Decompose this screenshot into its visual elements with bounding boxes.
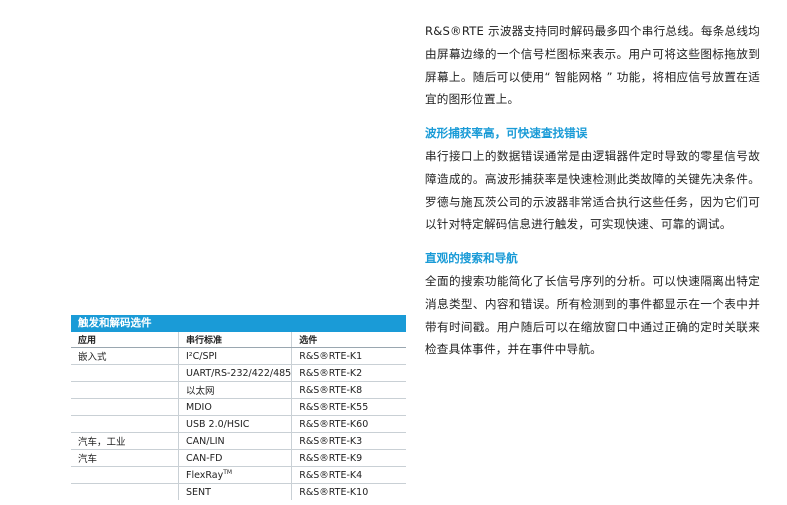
cell-option: R&S®RTE-K10 xyxy=(299,486,369,498)
cell-option: R&S®RTE-K55 xyxy=(291,398,406,416)
cell-serial-standard: CAN-FD xyxy=(178,449,293,467)
cell-application: 汽车，工业 xyxy=(71,432,179,450)
cell-option: R&S®RTE-K4 xyxy=(291,466,406,484)
trademark-superscript: TM xyxy=(223,468,233,476)
cell-serial-standard: SENT xyxy=(178,483,293,500)
serial-standard-text: FlexRay xyxy=(186,469,224,481)
table-title: 触发和解码选件 xyxy=(71,315,406,332)
table-row: 汽车 CAN-FD R&S®RTE-K9 xyxy=(71,449,406,467)
table-row: 嵌入式 I²C/SPI R&S®RTE-K1 xyxy=(71,347,406,365)
table-header-row: 应用 串行标准 选件 xyxy=(71,332,406,348)
cell-serial-standard: MDIO xyxy=(178,398,293,416)
serial-standard-text: MDIO xyxy=(186,401,212,413)
cell-option: R&S®RTE-K9 xyxy=(291,449,406,467)
header-option: 选件 xyxy=(291,332,406,348)
section-heading-search-navigation: 直观的搜索和导航 xyxy=(425,251,518,266)
table-row: USB 2.0/HSIC R&S®RTE-K60 xyxy=(71,415,406,433)
cell-application xyxy=(71,415,179,433)
cell-application xyxy=(71,364,179,382)
intro-paragraph: R&S®RTE 示波器支持同时解码最多四个串行总线。每条总线均由屏幕边缘的一个信… xyxy=(425,24,760,107)
capture-rate-paragraph: 串行接口上的数据错误通常是由逻辑器件定时导致的零星信号故障造成的。高波形捕获率是… xyxy=(425,148,760,232)
serial-standard-text: CAN/LIN xyxy=(186,435,225,447)
cell-serial-standard: 以太网 xyxy=(178,381,293,399)
cell-serial-standard: CAN/LIN xyxy=(178,432,293,450)
cell-option: R&S®RTE-K1 xyxy=(291,347,406,365)
cell-serial-standard: USB 2.0/HSIC xyxy=(178,415,293,433)
search-navigation-paragraph: 全面的搜索功能简化了长信号序列的分析。可以快速隔离出特定消息类型、内容和错误。所… xyxy=(425,273,760,357)
cell-application xyxy=(71,466,179,484)
cell-application xyxy=(71,381,179,399)
serial-standard-text: CAN-FD xyxy=(186,452,223,464)
cell-application: 汽车 xyxy=(71,449,179,467)
header-application: 应用 xyxy=(71,332,179,348)
cell-option: R&S®RTE-K3 xyxy=(291,432,406,450)
cell-application xyxy=(71,483,179,500)
table-row: UART/RS-232/422/485 R&S®RTE-K2 xyxy=(71,364,406,382)
table-row: SENT R&S®RTE-K10 xyxy=(71,483,406,500)
table-row: MDIO R&S®RTE-K55 xyxy=(71,398,406,416)
cell-application: 嵌入式 xyxy=(71,347,179,365)
serial-standard-text: USB 2.0/HSIC xyxy=(186,418,250,430)
options-table: 触发和解码选件 应用 串行标准 选件 嵌入式 I²C/SPI R&S®RTE-K1 U… xyxy=(71,315,406,500)
cell-serial-standard: FlexRayTM xyxy=(178,466,293,484)
serial-standard-text: 以太网 xyxy=(186,386,215,397)
body-text-column: R&S®RTE 示波器支持同时解码最多四个串行总线。每条总线均由屏幕边缘的一个信… xyxy=(425,20,760,361)
cell-application xyxy=(71,398,179,416)
section-heading-capture-rate: 波形捕获率高，可快速查找错误 xyxy=(425,126,588,141)
cell-serial-standard: UART/RS-232/422/485 xyxy=(178,364,293,382)
serial-standard-text: UART/RS-232/422/485 xyxy=(186,367,292,379)
cell-option: R&S®RTE-K2 xyxy=(291,364,406,382)
serial-standard-text: I²C/SPI xyxy=(186,350,218,362)
cell-serial-standard: I²C/SPI xyxy=(178,347,293,365)
cell-option: R&S®RTE-K60 xyxy=(291,415,406,433)
header-serial-standard: 串行标准 xyxy=(178,332,293,348)
options-grid: 应用 串行标准 选件 嵌入式 I²C/SPI R&S®RTE-K1 UART/RS-2… xyxy=(71,332,406,500)
table-row: FlexRayTM R&S®RTE-K4 xyxy=(71,466,406,484)
cell-option: R&S®RTE-K8 xyxy=(291,381,406,399)
serial-standard-text: SENT xyxy=(186,486,211,498)
table-row: 汽车，工业 CAN/LIN R&S®RTE-K3 xyxy=(71,432,406,450)
table-row: 以太网 R&S®RTE-K8 xyxy=(71,381,406,399)
